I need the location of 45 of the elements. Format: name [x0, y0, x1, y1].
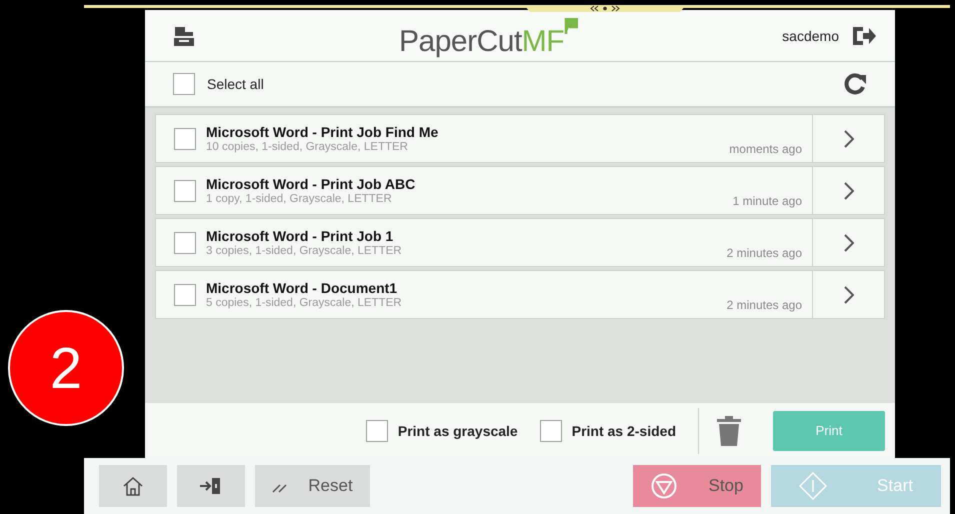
chevron-right-icon	[844, 182, 854, 200]
option-label: Print as 2-sided	[572, 422, 676, 438]
job-time: 2 minutes ago	[726, 246, 802, 262]
print-job-row[interactable]: Microsoft Word - Print Job Find Me 10 copies, 1-sided, Grayscale, LETTER moments ago	[155, 114, 885, 163]
chevron-right-icon	[844, 234, 854, 252]
stop-icon	[650, 473, 676, 499]
job-time: 2 minutes ago	[726, 298, 802, 314]
chevron-right-icon	[844, 130, 854, 148]
step-badge: 2	[8, 310, 124, 426]
job-title: Microsoft Word - Print Job ABC	[206, 176, 416, 192]
login-button[interactable]	[177, 465, 245, 507]
print-job-row[interactable]: Microsoft Word - Print Job 1 3 copies, 1-sided, Grayscale, LETTER 2 minutes ago	[155, 218, 885, 267]
print-job-row[interactable]: Microsoft Word - Document1 5 copies, 1-sided, Grayscale, LETTER 2 minutes ago	[155, 270, 885, 319]
select-all-label: Select all	[207, 76, 264, 92]
job-title: Microsoft Word - Print Job 1	[206, 228, 394, 244]
job-title: Microsoft Word - Print Job Find Me	[206, 124, 440, 140]
job-time: 1 minute ago	[732, 194, 802, 210]
enter-door-icon	[200, 476, 222, 496]
device-icon[interactable]	[173, 24, 195, 46]
select-all-checkbox[interactable]	[173, 73, 195, 95]
papercut-logo: PaperCutMF	[399, 18, 578, 60]
option-label: Print as grayscale	[398, 422, 518, 438]
trash-icon[interactable]	[717, 416, 741, 446]
refresh-icon[interactable]	[843, 73, 867, 95]
start-icon	[799, 472, 828, 500]
reset-button[interactable]: Reset	[255, 465, 370, 507]
job-checkbox[interactable]	[174, 232, 196, 254]
job-checkbox[interactable]	[174, 284, 196, 306]
job-checkbox[interactable]	[174, 128, 196, 150]
job-details: 1 copy, 1-sided, Grayscale, LETTER	[206, 193, 393, 205]
home-button[interactable]	[99, 465, 167, 507]
print-job-row[interactable]: Microsoft Word - Print Job ABC 1 copy, 1-sided, Grayscale, LETTER 1 minute ago	[155, 166, 885, 215]
option-checkbox[interactable]	[540, 420, 562, 442]
job-details: 5 copies, 1-sided, Grayscale, LETTER	[206, 297, 403, 309]
job-time: moments ago	[729, 142, 802, 158]
chevron-right-icon	[844, 286, 854, 304]
option-checkbox[interactable]	[366, 420, 388, 442]
job-details: 3 copies, 1-sided, Grayscale, LETTER	[206, 245, 403, 257]
job-details: 10 copies, 1-sided, Grayscale, LETTER	[206, 141, 409, 153]
job-title: Microsoft Word - Document1	[206, 280, 398, 296]
logout-icon[interactable]	[850, 24, 877, 46]
home-icon	[122, 476, 144, 496]
username: sacdemo	[782, 28, 839, 44]
drag-handle-icon[interactable]	[524, 5, 686, 13]
job-checkbox[interactable]	[174, 180, 196, 202]
